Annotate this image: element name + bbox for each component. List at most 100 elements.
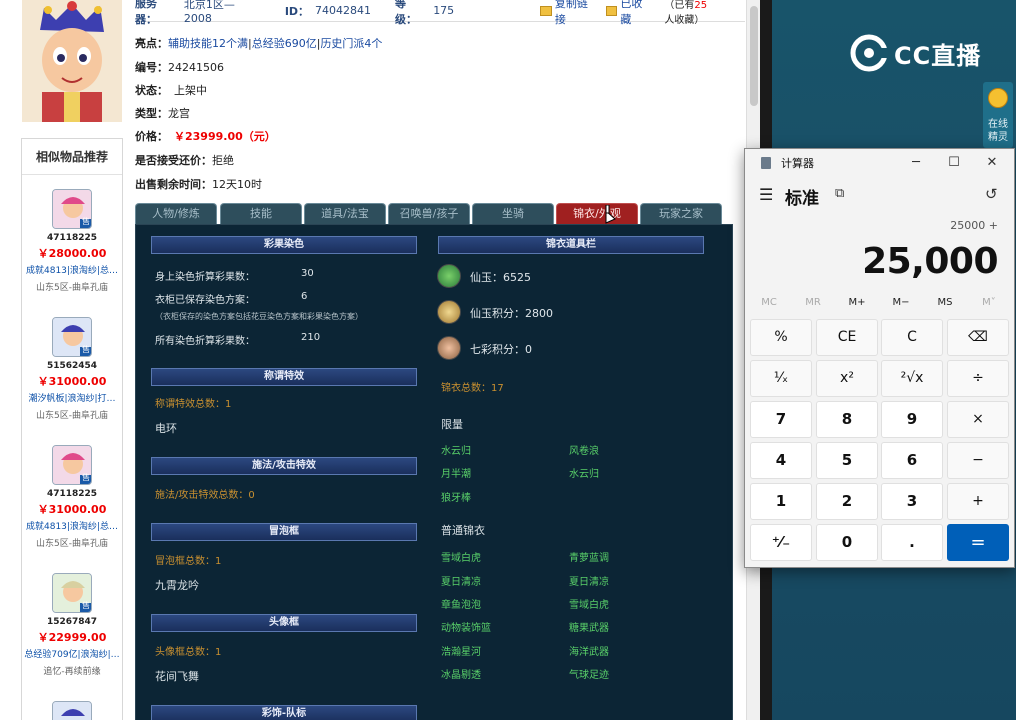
digit-4-button[interactable]: 4 (750, 442, 812, 479)
memory-recall-button[interactable]: MR (791, 297, 835, 308)
normal-outfits-title: 普通锦衣 (441, 524, 485, 537)
add-button[interactable]: + (947, 483, 1009, 520)
online-sprite-button[interactable]: 在线 精灵 (983, 82, 1013, 148)
digit-7-button[interactable]: 7 (750, 401, 812, 438)
digit-1-button[interactable]: 1 (750, 483, 812, 520)
multiply-button[interactable]: × (947, 401, 1009, 438)
decimal-button[interactable]: . (881, 524, 943, 561)
xianyu-points-icon (437, 300, 461, 324)
tab-items[interactable]: 道具/法宝 (304, 203, 386, 224)
divide-button[interactable]: ÷ (947, 360, 1009, 397)
calculator-window: 计算器 ─ ☐ ✕ ☰ 标准 ⧉ ↺ 25000 + 25,000 MC MR … (744, 148, 1015, 568)
character-thumb-icon[interactable]: 售 (52, 445, 92, 485)
similar-item-desc[interactable]: 成就4813|浪淘纱|总… (22, 519, 122, 532)
copy-link-icon (540, 5, 552, 16)
similar-item[interactable]: 售 47118225 ￥28000.00 成就4813|浪淘纱|总… 山东5区-… (22, 189, 122, 293)
minimize-button[interactable]: ─ (897, 149, 935, 177)
xianyu-value: 仙玉：6525 (470, 271, 531, 284)
similar-item[interactable]: 售 (22, 701, 122, 720)
limited-item: 月半潮 (441, 469, 471, 480)
status-row: 状态： 上架中 (135, 82, 207, 98)
bubble-frame-count: 冒泡框总数：1 (155, 556, 222, 567)
subtract-button[interactable]: − (947, 442, 1009, 479)
history-icon[interactable]: ↺ (985, 185, 998, 203)
favorite-button[interactable]: 已收藏 (605, 0, 653, 27)
digit-5-button[interactable]: 5 (816, 442, 878, 479)
percent-button[interactable]: % (750, 319, 812, 356)
clear-button[interactable]: C (881, 319, 943, 356)
calculator-display: 25,000 (862, 241, 998, 282)
level-value: 175 (433, 4, 455, 17)
sqrt-button[interactable]: ²√x (881, 360, 943, 397)
highlight-tag[interactable]: 辅助技能12个满 (168, 35, 248, 51)
digit-9-button[interactable]: 9 (881, 401, 943, 438)
accept-bargain-row: 是否接受还价： 拒绝 (135, 152, 234, 168)
dye-body-value: 30 (301, 268, 314, 279)
dye-section-title: 彩果染色 (151, 236, 417, 254)
limited-item: 狼牙棒 (441, 493, 471, 504)
type-value: 龙宫 (168, 107, 190, 120)
scrollbar-thumb[interactable] (750, 6, 758, 106)
bubble-frame-item: 九霄龙吟 (155, 579, 199, 592)
title-effects-count: 称谓特效总数：1 (155, 399, 232, 410)
calculator-header: ☰ 标准 ⧉ ↺ (745, 181, 1014, 211)
avatar-frame-count: 头像框总数：1 (155, 647, 222, 658)
remaining-time-value: 12天10时 (212, 178, 262, 191)
trading-page: 相似物品推荐 售 47118225 ￥28000.00 成就4813|浪淘纱|总… (0, 0, 760, 720)
fav-note-suffix: 人收藏） (664, 14, 705, 26)
close-button[interactable]: ✕ (973, 149, 1011, 177)
favorite-label: 已收藏 (620, 0, 643, 26)
memory-list-button[interactable]: M˅ (967, 297, 1011, 308)
memory-add-button[interactable]: M+ (835, 297, 879, 308)
character-thumb-icon[interactable]: 售 (52, 189, 92, 229)
team-badge-section-title: 彩饰-队标 (151, 705, 417, 720)
backspace-button[interactable]: ⌫ (947, 319, 1009, 356)
digit-2-button[interactable]: 2 (816, 483, 878, 520)
tab-outfits[interactable]: 锦衣/外观 (556, 203, 638, 224)
normal-outfit-item: 青萝蓝调 (569, 553, 609, 564)
similar-item-desc[interactable]: 成就4813|浪淘纱|总… (22, 263, 122, 276)
memory-clear-button[interactable]: MC (747, 297, 791, 308)
fav-note-prefix: （已有 (664, 0, 695, 11)
serial-label: 编号： (135, 61, 168, 74)
similar-item-server: 山东5区-曲阜孔庙 (36, 411, 108, 421)
copy-link-button[interactable]: 复制链接 (540, 0, 597, 27)
tab-player-home[interactable]: 玩家之家 (640, 203, 722, 224)
highlight-tag[interactable]: 总经验690亿 (252, 35, 317, 51)
keep-on-top-icon[interactable]: ⧉ (835, 186, 844, 201)
character-thumb-icon[interactable]: 售 (52, 573, 92, 613)
normal-outfit-item: 章鱼泡泡 (441, 600, 481, 611)
similar-item-desc[interactable]: 总经验709亿|浪淘纱|… (22, 647, 122, 660)
highlight-tag[interactable]: 历史门派4个 (320, 35, 382, 51)
similar-item-desc[interactable]: 潮汐帆板|浪淘纱|打… (22, 391, 122, 404)
similar-item[interactable]: 售 47118225 ￥31000.00 成就4813|浪淘纱|总… 山东5区-… (22, 445, 122, 549)
tab-pets[interactable]: 召唤兽/孩子 (388, 203, 470, 224)
tab-mounts[interactable]: 坐骑 (472, 203, 554, 224)
negate-button[interactable]: ⁺⁄₋ (750, 524, 812, 561)
maximize-button[interactable]: ☐ (935, 149, 973, 177)
outfit-panel: 彩果染色 身上染色折算彩果数： 30 衣柜已保存染色方案： 6 （衣柜保存的染色… (135, 224, 733, 720)
digit-8-button[interactable]: 8 (816, 401, 878, 438)
normal-outfit-item: 糖果武器 (569, 623, 609, 634)
square-button[interactable]: x² (816, 360, 878, 397)
similar-item-id: 15267847 (46, 617, 98, 627)
memory-subtract-button[interactable]: M− (879, 297, 923, 308)
character-thumb-icon[interactable]: 售 (52, 317, 92, 357)
tab-skills[interactable]: 技能 (220, 203, 302, 224)
dye-wardrobe-value: 6 (301, 291, 308, 302)
digit-0-button[interactable]: 0 (816, 524, 878, 561)
digit-6-button[interactable]: 6 (881, 442, 943, 479)
character-thumb-icon[interactable]: 售 (52, 701, 92, 720)
similar-item[interactable]: 售 51562454 ￥31000.00 潮汐帆板|浪淘纱|打… 山东5区-曲阜… (22, 317, 122, 421)
equals-button[interactable]: = (947, 524, 1009, 561)
dye-total-label: 所有染色折算彩果数： (155, 336, 255, 347)
normal-outfit-item: 夏日清凉 (441, 577, 481, 588)
clear-entry-button[interactable]: CE (816, 319, 878, 356)
digit-3-button[interactable]: 3 (881, 483, 943, 520)
memory-store-button[interactable]: MS (923, 297, 967, 308)
qicai-points-value: 七彩积分：0 (470, 343, 532, 356)
menu-icon[interactable]: ☰ (759, 185, 773, 204)
tab-character[interactable]: 人物/修炼 (135, 203, 217, 224)
similar-item[interactable]: 售 15267847 ￥22999.00 总经验709亿|浪淘纱|… 追忆-再续… (22, 573, 122, 677)
reciprocal-button[interactable]: ¹⁄ₓ (750, 360, 812, 397)
